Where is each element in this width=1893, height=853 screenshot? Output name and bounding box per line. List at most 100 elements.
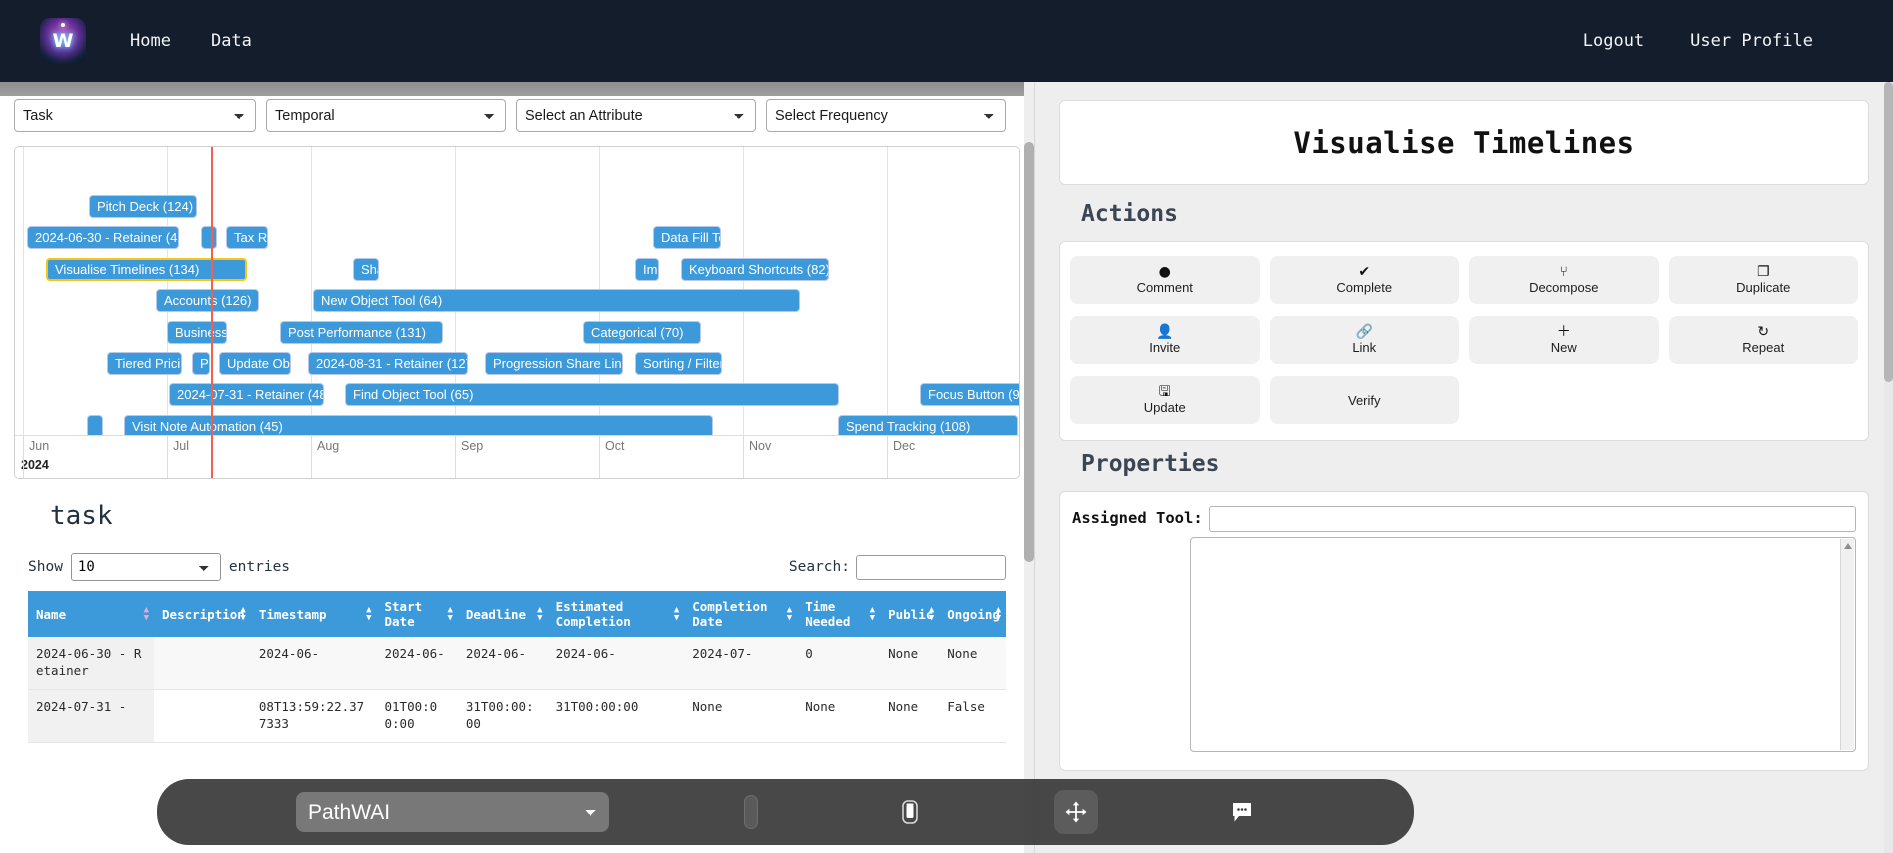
gantt-bar[interactable]: Spend Tracking (108) [838, 414, 1018, 435]
action-button-update[interactable]: 🖫 Update [1070, 376, 1260, 424]
gantt-bar[interactable] [87, 414, 103, 435]
task-table-body: 2024-06-30 - Retainer 2024-06- 2024-06- 202… [28, 637, 1006, 743]
gantt-bar[interactable]: 2024-06-30 - Retainer (47) [27, 226, 179, 250]
frequency-select[interactable]: Select Frequency [766, 99, 1006, 132]
sort-arrows-icon[interactable]: ▲ ▼ [674, 606, 679, 623]
table-cell-start-date: 01T00:00:00 [376, 689, 458, 743]
action-button-comment[interactable]: ● Comment [1070, 256, 1260, 304]
listbox-scrollbar[interactable] [1840, 539, 1854, 750]
gantt-bar[interactable]: Visualise Timelines (134) [46, 257, 247, 281]
table-row[interactable]: 2024-06-30 - Retainer 2024-06- 2024-06- 202… [28, 637, 1006, 690]
action-button-decompose[interactable]: ⑂ Decompose [1469, 256, 1659, 304]
action-button-complete[interactable]: ✔ Complete [1269, 256, 1459, 304]
gantt-bar[interactable]: Import Tool (62) [635, 257, 659, 281]
actions-heading: Actions [1081, 201, 1178, 227]
assigned-tool-input[interactable] [1208, 506, 1856, 532]
page-length-select[interactable]: 10 [70, 553, 221, 581]
gantt-bar[interactable]: Business Plan (125) [167, 320, 227, 344]
action-button-label: Duplicate [1736, 280, 1791, 295]
show-label: Show [28, 559, 63, 575]
action-button-new[interactable]: ＋ New [1469, 316, 1659, 364]
attribute-select[interactable]: Select an Attribute [516, 99, 756, 132]
sort-arrows-icon[interactable]: ▲ ▼ [537, 606, 542, 623]
nav-link-user-profile[interactable]: User Profile [1690, 31, 1813, 51]
table-header-cell[interactable]: Time Needed ▲ ▼ [797, 591, 881, 637]
right-pane-scrollbar[interactable] [1884, 82, 1893, 853]
table-header-cell[interactable]: Timestamp ▲ ▼ [250, 591, 377, 637]
search-input[interactable] [856, 554, 1006, 580]
action-button-link[interactable]: 🔗 Link [1269, 316, 1459, 364]
sort-arrows-icon[interactable]: ▲ ▼ [787, 606, 792, 623]
sort-arrows-icon[interactable]: ▲ ▼ [240, 606, 245, 623]
action-button-label: Comment [1136, 280, 1193, 295]
table-header-cell[interactable]: Public ▲ ▼ [880, 591, 940, 637]
assigned-tool-listbox[interactable] [1190, 537, 1856, 752]
axis-tick-label: Aug [311, 436, 339, 478]
entity-type-select[interactable]: Task [14, 99, 256, 132]
sort-arrows-icon[interactable]: ▲ ▼ [447, 606, 452, 623]
assigned-tool-label: Assigned Tool: [1072, 509, 1203, 527]
action-button-invite[interactable]: 👤 Invite [1070, 316, 1260, 364]
gantt-bar[interactable]: Pl (122) [192, 352, 210, 375]
table-cell-description [154, 689, 251, 743]
table-header-cell[interactable]: Completion Date ▲ ▼ [684, 591, 798, 637]
nav-link-home[interactable]: Home [130, 31, 171, 51]
action-button-verify[interactable]: Verify [1269, 376, 1459, 424]
gantt-bar[interactable]: Update Object (60) [219, 352, 291, 375]
gantt-bar[interactable]: 2024-07-31 - Retainer (48) [169, 383, 324, 407]
gantt-time-axis: 2024 Jun Jul Aug Sep Oct Nov Dec [15, 435, 1019, 478]
table-cell-timestamp: 2024-06- [250, 637, 377, 690]
actions-grid: ● Comment ✔ Complete ⑂ Decompose ❐ Duplicate 👤 In… [1070, 256, 1858, 424]
gantt-bar[interactable]: Sorting / Filtering (71) [635, 352, 722, 375]
left-scrollbar-thumb[interactable] [1024, 142, 1034, 562]
view-mode-select[interactable]: Temporal [266, 99, 506, 132]
gantt-bar[interactable]: Pitch Deck (124) [89, 195, 197, 218]
gantt-bar[interactable]: Sharing (78) [353, 257, 379, 281]
gantt-bar[interactable]: New Object Tool (64) [313, 289, 800, 313]
gantt-bar[interactable]: Post Performance (131) [280, 320, 443, 344]
app-logo[interactable]: W [40, 18, 86, 64]
scroll-up-arrow-icon[interactable] [1844, 543, 1852, 549]
table-header-cell[interactable]: Name ▲ ▼ [28, 591, 155, 637]
sort-arrows-icon[interactable]: ▲ ▼ [366, 606, 371, 623]
sort-arrows-icon[interactable]: ▲ ▼ [144, 606, 149, 623]
gantt-bar[interactable]: Find Object Tool (65) [345, 383, 839, 407]
gantt-bar[interactable]: Tiered Pricing (129) [107, 352, 182, 375]
table-header-cell[interactable]: Ongoing ▲ ▼ [939, 591, 1006, 637]
delete-icon[interactable] [888, 790, 932, 834]
move-icon[interactable] [1054, 790, 1098, 834]
gantt-plot-area[interactable]: Pitch Deck (124) 2024-06-30 - Retainer (4… [15, 147, 1019, 435]
gantt-bar[interactable]: Data Fill Tool (63) [653, 226, 721, 250]
table-header-cell[interactable]: Description ▲ ▼ [154, 591, 251, 637]
table-header-cell[interactable]: Estimated Completion ▲ ▼ [547, 591, 685, 637]
gantt-bar[interactable]: Tax Return (117) [226, 226, 268, 250]
left-pane-scrollbar[interactable] [1024, 82, 1034, 853]
gantt-bar[interactable]: Accounts (126) [156, 289, 259, 313]
table-header-cell[interactable]: Deadline ▲ ▼ [457, 591, 548, 637]
gantt-bar[interactable] [201, 226, 217, 250]
action-button-label: Invite [1149, 340, 1181, 355]
nav-link-logout[interactable]: Logout [1583, 31, 1644, 51]
table-cell-completion-date: None [684, 689, 798, 743]
sort-arrows-icon[interactable]: ▲ ▼ [929, 606, 934, 623]
action-button-duplicate[interactable]: ❐ Duplicate [1668, 256, 1858, 304]
nav-link-data[interactable]: Data [211, 31, 252, 51]
table-row[interactable]: 2024-07-31 - 08T13:59:22.377333 01T00:00:0… [28, 689, 1006, 743]
chat-icon[interactable] [1220, 790, 1264, 834]
gantt-bar[interactable]: Progression Share Link (91) [485, 352, 623, 375]
table-header-label: Estimated Completion [555, 599, 631, 629]
gantt-bar[interactable]: 2024-08-31 - Retainer (127) [308, 352, 468, 375]
sort-arrows-icon[interactable]: ▲ ▼ [870, 606, 875, 623]
gantt-bar[interactable]: Categorical (70) [583, 320, 701, 344]
gantt-bar[interactable]: Focus Button (93) [920, 383, 1019, 407]
primary-nav: Home Data [130, 31, 252, 51]
gantt-bar[interactable]: Keyboard Shortcuts (82) [681, 257, 829, 281]
microphone-indicator[interactable] [744, 795, 758, 829]
table-header-cell[interactable]: Start Date ▲ ▼ [376, 591, 458, 637]
repeat-icon: ↻ [1757, 324, 1770, 340]
action-button-repeat[interactable]: ↻ Repeat [1668, 316, 1858, 364]
sort-arrows-icon[interactable]: ▲ ▼ [996, 606, 1001, 623]
right-scrollbar-thumb[interactable] [1884, 82, 1893, 382]
project-select[interactable]: PathWAI [296, 792, 609, 832]
table-cell-deadline: 31T00:00:00 [457, 689, 548, 743]
